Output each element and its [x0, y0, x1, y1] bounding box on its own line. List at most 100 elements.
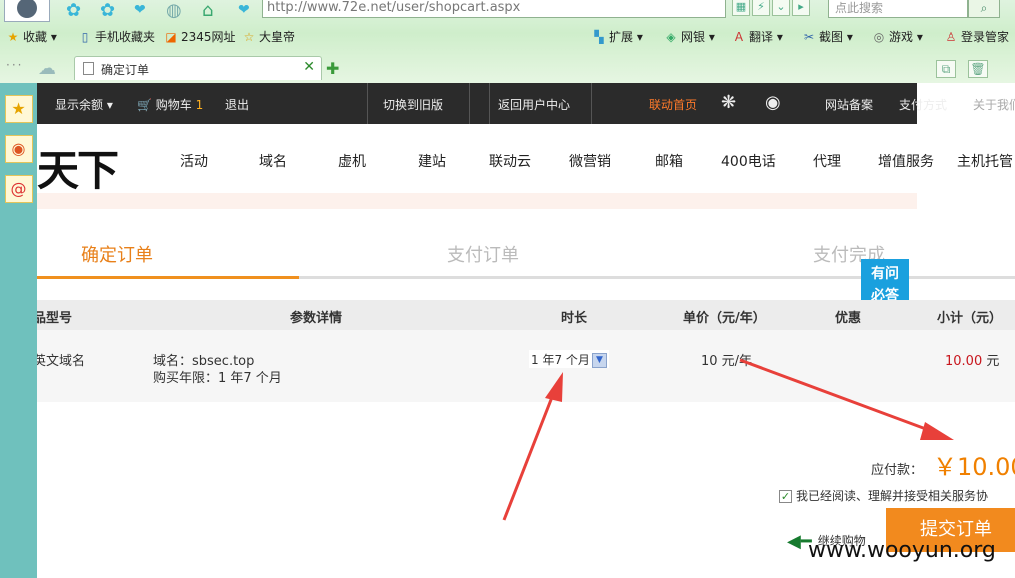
home-icon[interactable]: ⌂: [202, 0, 213, 21]
weibo-icon[interactable]: ◉: [765, 92, 781, 113]
cloud-icon[interactable]: ☁: [38, 58, 56, 79]
document-icon: [83, 62, 94, 75]
close-icon[interactable]: ✕: [303, 59, 315, 75]
nav-mail[interactable]: 邮箱: [655, 151, 683, 171]
step-pay: 支付订单: [447, 245, 519, 266]
tab-title: 确定订单: [101, 63, 150, 77]
duration-select[interactable]: 1 年7 个月 ▼: [529, 350, 609, 368]
search-input[interactable]: 点此搜索: [828, 0, 968, 18]
about-link[interactable]: 关于我们: [973, 96, 1015, 113]
shield-icon: ◈: [666, 30, 676, 44]
address-row: ✿ ✿ ❤ ◍ ⌂ ❤ http://www.72e.net/user/shop…: [0, 0, 1015, 22]
globe-icon[interactable]: ◍: [166, 0, 182, 21]
home-link[interactable]: 联动首页: [649, 96, 697, 113]
weibo-icon[interactable]: ◉: [4, 135, 33, 163]
col-unit-price: 单价（元/年）: [683, 311, 766, 326]
duration-value: 1 年7 个月: [531, 353, 590, 367]
more-icon[interactable]: ···: [6, 58, 23, 72]
period-detail: 购买年限：1 年7 个月: [153, 371, 282, 386]
nav-domain[interactable]: 域名: [259, 151, 287, 171]
dropdown-icon[interactable]: ⌄: [772, 0, 790, 16]
notice-strip: [37, 193, 917, 209]
wechat-icon[interactable]: ❋: [721, 92, 736, 113]
user-center-link[interactable]: 返回用户中心: [498, 96, 570, 113]
cart-link[interactable]: 🛒 购物车 1: [137, 96, 203, 113]
step-progress: [37, 276, 299, 279]
scissors-icon: ✂: [803, 30, 815, 44]
lightning-icon[interactable]: ⚡: [752, 0, 770, 16]
site-logo[interactable]: 天下: [37, 137, 119, 198]
user-avatar[interactable]: [4, 0, 50, 22]
bookmark-bar: ★ 收藏 ▾ ▯ 手机收藏夹 ◪ 2345网址 ☆ 大皇帝 ▚ 扩展 ▾ ◈ 网银 ▾ Ａ翻…: [0, 24, 1015, 46]
divider: [489, 83, 490, 124]
star-icon: ★: [7, 30, 19, 44]
nav-activity[interactable]: 活动: [180, 151, 208, 171]
logout-link[interactable]: 退出: [225, 96, 249, 113]
nav-cloud[interactable]: 联动云: [489, 151, 531, 171]
order-table-header: 品型号 参数详情 时长 单价（元/年） 优惠 小计（元）: [37, 300, 1015, 330]
col-duration: 时长: [561, 311, 588, 326]
nav-site-build[interactable]: 建站: [418, 151, 446, 171]
address-bar[interactable]: http://www.72e.net/user/shopcart.aspx: [262, 0, 726, 18]
nav-400[interactable]: 400电话: [721, 151, 776, 171]
bookmark-mobile[interactable]: ▯ 手机收藏夹: [78, 28, 155, 45]
unit-price: 10 元/年: [701, 354, 753, 369]
translate-icon: Ａ: [732, 30, 745, 44]
qr-icon[interactable]: ▦: [732, 0, 750, 16]
help-badge-line: 有问: [871, 266, 899, 282]
search-icon[interactable]: ⌕: [968, 0, 1000, 18]
site-page: 显示余额 ▾ 🛒 购物车 1 退出 切换到旧版 返回用户中心 联动首页 ❋ ◉ …: [37, 83, 1015, 578]
restore-tabs-icon[interactable]: ⧉: [936, 60, 956, 78]
bookmark-2345[interactable]: ◪ 2345网址: [164, 28, 235, 45]
go-icon[interactable]: ▸: [792, 0, 810, 16]
tab-confirm-order[interactable]: 确定订单 ✕: [74, 56, 322, 80]
col-discount: 优惠: [835, 311, 862, 326]
step-confirm: 确定订单: [81, 245, 153, 266]
grid-icon: ▚: [594, 30, 604, 44]
phone-icon: ▯: [81, 30, 89, 44]
nav-value-added[interactable]: 增值服务: [878, 151, 934, 171]
trash-icon[interactable]: 🗑: [968, 60, 988, 78]
nav-vhost[interactable]: 虚机: [338, 151, 366, 171]
favorites-star-icon[interactable]: ★: [4, 95, 33, 123]
user-icon: ♙: [945, 30, 957, 44]
divider: [469, 83, 470, 124]
tool-games[interactable]: ◎ 游戏 ▾: [872, 28, 923, 45]
bookmark-dahuangdi[interactable]: ☆ 大皇帝: [242, 28, 295, 45]
tool-login-manager[interactable]: ♙ 登录管家: [944, 28, 1009, 45]
tool-screenshot[interactable]: ✂ 截图 ▾: [802, 28, 853, 45]
avatar-icon: [17, 0, 37, 18]
address-buttons: ▦ ⚡ ⌄ ▸: [732, 0, 810, 18]
table-row: 英文域名 域名：sbsec.top 购买年限：1 年7 个月 1 年7 个月 ▼ …: [37, 330, 1015, 402]
browser-chrome: ✿ ✿ ❤ ◍ ⌂ ❤ http://www.72e.net/user/shop…: [0, 0, 1015, 83]
divider: [367, 83, 368, 124]
new-tab-icon[interactable]: ✚: [326, 59, 339, 78]
balance-toggle[interactable]: 显示余额 ▾: [55, 96, 113, 113]
mail-icon[interactable]: @: [4, 175, 33, 203]
col-params: 参数详情: [290, 311, 343, 326]
payment-link[interactable]: 支付方式: [899, 96, 947, 113]
old-version-link[interactable]: 切换到旧版: [383, 96, 443, 113]
gamepad-icon: ◎: [873, 30, 885, 44]
tool-extensions[interactable]: ▚ 扩展 ▾: [592, 28, 642, 45]
tool-translate[interactable]: Ａ 翻译 ▾: [732, 28, 783, 45]
tool-bank[interactable]: ◈ 网银 ▾: [664, 28, 714, 45]
cart-icon: 🛒: [137, 98, 152, 112]
divider: [591, 83, 592, 124]
star-icon: ☆: [243, 30, 255, 44]
record-link[interactable]: 网站备案: [825, 96, 873, 113]
nav-agent[interactable]: 代理: [813, 151, 841, 171]
tab-bar: ··· ☁ 确定订单 ✕ ✚ ⧉ 🗑: [0, 54, 1015, 82]
chevron-down-icon[interactable]: ▼: [591, 353, 607, 368]
site-topbar: 显示余额 ▾ 🛒 购物车 1 退出 切换到旧版 返回用户中心 联动首页 ❋ ◉ …: [37, 83, 1015, 124]
site-icon: ◪: [165, 30, 177, 44]
clover-icon: ✿: [66, 0, 82, 21]
nav-hosting[interactable]: 主机托管: [957, 151, 1013, 171]
nav-wechat-marketing[interactable]: 微营销: [569, 151, 611, 171]
heart-icon: ❤: [238, 2, 250, 18]
agreement-checkbox[interactable]: ✓: [779, 490, 792, 503]
col-product: 品型号: [37, 311, 73, 326]
agreement[interactable]: ✓ 我已经阅读、理解并接受相关服务协: [779, 487, 988, 504]
bookmark-favorites[interactable]: ★ 收藏 ▾: [6, 28, 57, 45]
agreement-text: 我已经阅读、理解并接受相关服务协: [796, 489, 989, 503]
